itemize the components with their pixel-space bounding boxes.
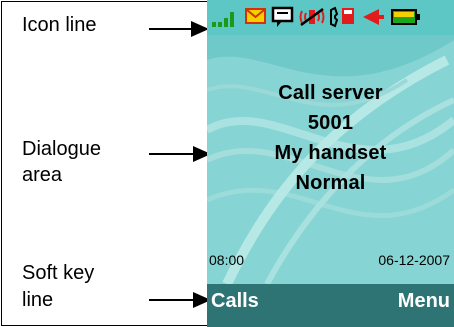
vibrate-icon bbox=[299, 7, 325, 27]
dialogue-line-3: My handset bbox=[274, 142, 387, 164]
icon-line-label: Icon line bbox=[22, 14, 97, 36]
dialogue-line-4: Normal bbox=[295, 172, 366, 194]
dialogue-line-1: Call server bbox=[278, 82, 383, 104]
envelope-icon bbox=[245, 8, 266, 24]
dialogue-area: Call server 5001 My handset Normal bbox=[207, 78, 454, 198]
annotated-screenshot: { "annotations": { "icon_line": "Icon li… bbox=[0, 0, 454, 327]
icon-line bbox=[207, 0, 454, 35]
soft-key-line-label-line1: Soft key bbox=[22, 262, 95, 284]
right-soft-key-menu[interactable]: Menu bbox=[398, 288, 450, 314]
battery-icon bbox=[391, 9, 420, 25]
phone-display: Call server 5001 My handset Normal 08:00… bbox=[207, 0, 454, 327]
message-icon bbox=[271, 6, 294, 27]
dialogue-area-label-line1: Dialogue bbox=[22, 138, 101, 160]
signal-bars-icon bbox=[212, 12, 234, 27]
soft-key-line-label-line2: line bbox=[22, 289, 54, 311]
soft-key-line-arrow bbox=[149, 292, 211, 308]
icon-line-arrow bbox=[149, 21, 209, 37]
date: 06-12-2007 bbox=[378, 252, 450, 268]
dialogue-line-2: 5001 bbox=[307, 112, 354, 134]
clock-time: 08:00 bbox=[209, 252, 245, 268]
left-soft-key-calls[interactable]: Calls bbox=[211, 288, 259, 314]
dialogue-area-label-line2: area bbox=[22, 164, 63, 186]
speaker-icon bbox=[363, 9, 384, 25]
phone-icon bbox=[330, 6, 354, 28]
dialogue-area-arrow bbox=[149, 146, 211, 162]
